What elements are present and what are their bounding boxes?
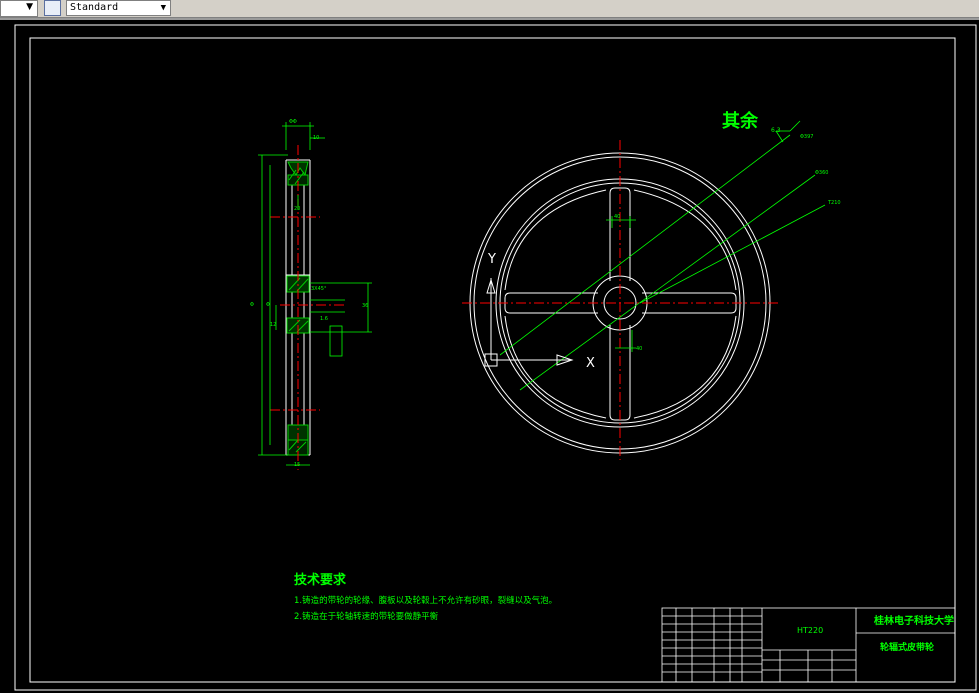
- tech-requirement-1: 1.铸造的带轮的轮缘、腹板以及轮毂上不允许有砂眼，裂缝以及气泡。: [294, 595, 557, 606]
- ucs-y-label: Y: [487, 252, 496, 267]
- tech-requirement-2: 2.铸造在于轮轴转速的带轮要做静平衡: [294, 611, 439, 622]
- svg-text:36: 36: [362, 303, 368, 309]
- title-block-school: 桂林电子科技大学: [873, 614, 954, 627]
- svg-text:40: 40: [636, 346, 642, 352]
- svg-text:10: 10: [313, 135, 319, 141]
- svg-text:T210: T210: [827, 200, 841, 206]
- ucs-icon: [484, 278, 574, 367]
- text-style-icon[interactable]: [44, 0, 61, 16]
- roughness-value: 6.3: [771, 127, 781, 134]
- svg-text:Φ360: Φ360: [815, 170, 828, 176]
- text-style-select[interactable]: Standard ▼: [66, 0, 171, 16]
- title-block-part-name: 轮辐式皮带轮: [880, 641, 934, 653]
- roughness-label: 其余: [722, 110, 759, 132]
- svg-text:15: 15: [294, 462, 300, 468]
- tech-requirements-title: 技术要求: [294, 572, 347, 588]
- ucs-x-label: X: [586, 356, 595, 371]
- sheet-outer-border: [14, 24, 977, 691]
- layer-dropdown[interactable]: ▼: [0, 0, 38, 17]
- chevron-down-icon: ▼: [160, 3, 166, 13]
- svg-text:ΦΦ: ΦΦ: [289, 119, 297, 125]
- chevron-down-icon: ▼: [26, 2, 33, 12]
- svg-text:12: 12: [270, 322, 276, 328]
- drawing-toolbar: ▼ Standard ▼: [0, 0, 979, 18]
- svg-text:20: 20: [294, 206, 300, 212]
- svg-text:Φ: Φ: [266, 302, 270, 308]
- front-view-leaders: [499, 120, 826, 391]
- svg-text:1.6: 1.6: [320, 316, 328, 322]
- svg-text:Φ397: Φ397: [800, 134, 813, 140]
- svg-text:Φ: Φ: [250, 302, 254, 308]
- title-block-material: HT220: [797, 626, 823, 635]
- side-view-centerlines: [270, 145, 345, 470]
- svg-text:40: 40: [614, 214, 620, 220]
- svg-text:3X45°: 3X45°: [311, 286, 327, 292]
- side-view-dimensions: [258, 122, 372, 466]
- cad-drawing-canvas[interactable]: ΦΦ 10 20 3X45° 1.6 36 Φ Φ 12 15 40 Φ397 …: [0, 20, 979, 693]
- side-view-dim-text: ΦΦ 10 20 3X45° 1.6 36 Φ Φ 12 15: [250, 119, 368, 468]
- text-style-value: Standard: [70, 2, 119, 13]
